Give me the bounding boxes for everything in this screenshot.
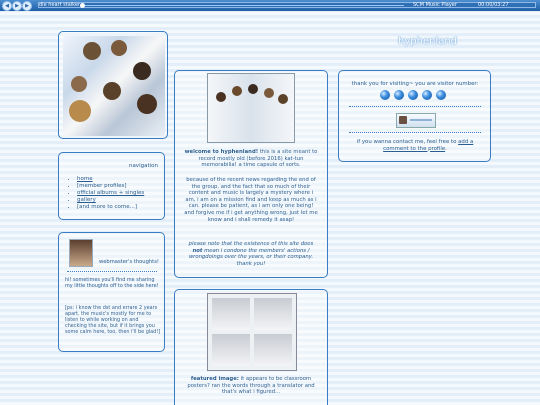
thoughts-divider bbox=[67, 271, 157, 272]
navigation-box: navigation home [member profiles] offici… bbox=[58, 152, 165, 220]
nav-item-more: [and more to come...] bbox=[77, 204, 144, 211]
nav-text-member-profiles: [member profiles] bbox=[77, 183, 127, 189]
welcome-photo bbox=[207, 73, 295, 143]
next-icon[interactable]: ▶ bbox=[22, 1, 32, 11]
disclaimer-c: mean i condone the members' actions / wr… bbox=[188, 247, 314, 267]
featured-caption: featured image: it appears to be classro… bbox=[183, 376, 319, 396]
prev-icon[interactable]: ◀ bbox=[2, 1, 12, 11]
welcome-intro: welcome to hyphenland! this is a site me… bbox=[183, 149, 319, 169]
welcome-heading: welcome to hyphenland! bbox=[184, 149, 259, 155]
nav-item-gallery: gallery bbox=[77, 197, 144, 204]
nav-link-home[interactable]: home bbox=[77, 176, 93, 182]
contact-intro: if you wanna contact me, feel free to bbox=[356, 139, 459, 145]
music-player: ◀ ▶ ▶ die heart stalker SCM Music Player… bbox=[0, 0, 540, 11]
visitor-divider-1 bbox=[349, 106, 481, 107]
header-photo-box bbox=[58, 31, 168, 139]
nav-link-gallery[interactable]: gallery bbox=[77, 197, 96, 203]
disclaimer-not: not bbox=[192, 247, 203, 254]
featured-label: featured image: bbox=[190, 376, 239, 382]
nav-item-member-profiles: [member profiles] bbox=[77, 183, 144, 190]
site-title: hyphenland bbox=[398, 36, 458, 47]
thoughts-box: webmaster's thoughts! hi! sometimes you'… bbox=[58, 232, 165, 352]
contact-end: . bbox=[445, 145, 447, 152]
player-progress[interactable] bbox=[84, 5, 404, 6]
featured-image bbox=[207, 293, 297, 371]
player-seek-knob[interactable] bbox=[80, 3, 85, 8]
featured-box: featured image: it appears to be classro… bbox=[174, 289, 328, 405]
visitor-counter bbox=[380, 90, 452, 100]
nav-link-albums[interactable]: official albums + singles bbox=[77, 190, 144, 196]
nav-text-more: [and more to come...] bbox=[77, 204, 138, 210]
contact-text: if you wanna contact me, feel free to ad… bbox=[347, 139, 483, 152]
visitor-divider-2 bbox=[349, 132, 481, 133]
navigation-title: navigation bbox=[128, 163, 158, 169]
welcome-mission: because of the recent news regarding the… bbox=[184, 177, 318, 223]
thoughts-title: webmaster's thoughts! bbox=[99, 259, 159, 265]
player-song-title: die heart stalker bbox=[39, 2, 81, 8]
nav-item-albums: official albums + singles bbox=[77, 190, 144, 197]
welcome-box: welcome to hyphenland! this is a site me… bbox=[174, 70, 328, 278]
nav-item-home: home bbox=[77, 176, 144, 183]
play-icon[interactable]: ▶ bbox=[12, 1, 22, 11]
thoughts-text-2: [ps: i know the dst and errare 2 years a… bbox=[65, 305, 161, 335]
site-button[interactable] bbox=[396, 113, 436, 128]
player-name: SCM Music Player bbox=[413, 2, 457, 8]
visitor-box: thank you for visiting~ you are visitor … bbox=[338, 70, 491, 162]
disclaimer-a: please note that the existence of this s… bbox=[188, 241, 314, 247]
player-time: 00:00/03:27 bbox=[478, 2, 509, 8]
navigation-list: home [member profiles] official albums +… bbox=[71, 176, 144, 211]
webmaster-avatar bbox=[69, 239, 93, 267]
visitor-text: thank you for visiting~ you are visitor … bbox=[351, 81, 479, 87]
thoughts-text-1: hi! sometimes you'll find me sharing my … bbox=[65, 277, 159, 289]
welcome-disclaimer: please note that the existence of this s… bbox=[183, 241, 319, 267]
group-photo bbox=[63, 36, 165, 136]
